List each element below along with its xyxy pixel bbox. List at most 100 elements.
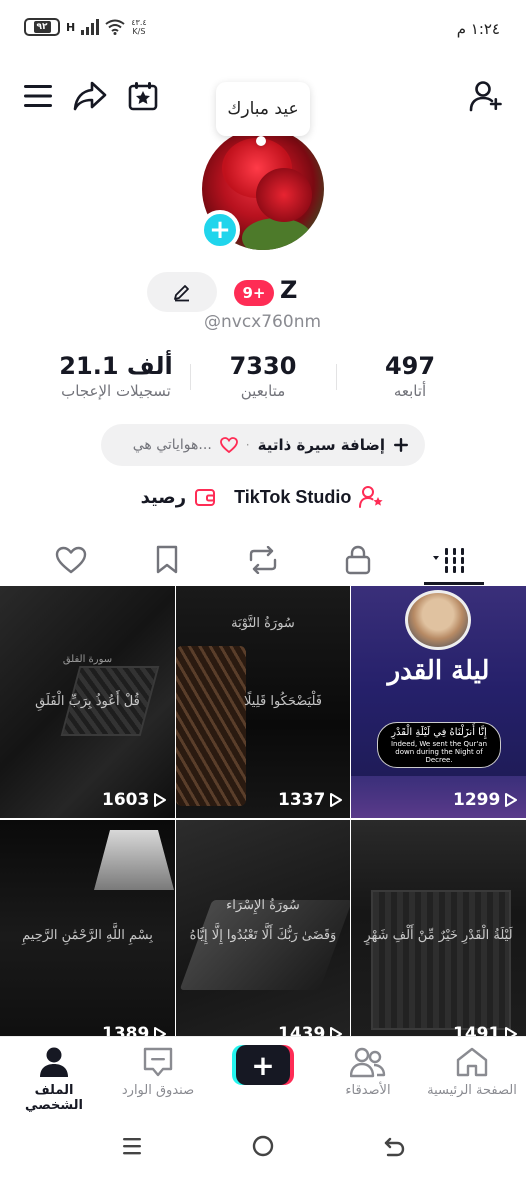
add-bio-button[interactable]: هواياتي هي... · إضافة سيرة ذاتية [101,424,425,466]
heart-outline-icon [55,546,87,574]
calendar-star-icon[interactable] [125,78,161,114]
video-thumbnail[interactable]: سورة الفلق قُلْ أَعُوذُ بِرَبِّ الْفَلَق… [0,586,175,818]
status-bar: ٩٢ H ٤٣.٤ K/S ١:٢٤ م [0,0,526,60]
video-thumbnail[interactable]: ليلة القدر إِنَّا أَنزَلْنَاهُ فِي لَيْل… [351,586,526,818]
followers-count: 7330 [229,352,297,380]
network-speed: ٤٣.٤ K/S [131,18,147,36]
notification-badge[interactable]: 9+ [234,280,274,306]
followers-label: متابعين [240,382,286,400]
tiktok-studio-label: TikTok Studio [234,486,352,507]
nav-inbox-label: صندوق الوارد [121,1083,195,1098]
balance-label: رصيد [140,486,187,508]
video-title: ليلة القدر [387,656,490,686]
lamp-image [94,830,174,890]
video-thumbnail[interactable]: سُورَةُ التَّوْبَة فَلْيَضْحَكُوا قَلِيل… [176,586,350,818]
wallet-icon [195,489,216,506]
home-button-icon[interactable] [243,1126,283,1166]
share-icon[interactable] [72,78,108,114]
battery-icon: ٩٢ [24,18,60,36]
tab-reposts[interactable] [243,540,283,580]
bookmark-icon [156,545,178,574]
video-thumbnail[interactable]: بِسْمِ اللَّهِ الرَّحْمَٰنِ الرَّحِيمِ 1… [0,820,175,1038]
video-surah: سُورَةُ الإِسْرَاء [226,898,300,913]
bio-separator: · [245,438,250,452]
book-image [179,900,350,990]
following-count: 497 [384,352,436,380]
nav-friends[interactable]: الأصدقاء [318,1045,418,1098]
balance-link[interactable]: رصيد [141,487,217,508]
battery-level: ٩٢ [33,21,51,33]
wifi-icon [105,19,125,35]
following-stat[interactable]: 497 أتابعه [330,352,490,400]
bubble-tail [256,136,266,146]
profile-icon [40,1047,68,1077]
network-type: H [66,20,76,34]
play-icon [505,793,518,807]
bottom-nav: الملف الشخصي صندوق الوارد + الأصدقاء الص… [0,1036,526,1113]
profile-tabs [0,532,526,586]
video-surah: سورة الفلق [62,654,113,665]
video-caption: وَقَضَىٰ رَبُّكَ أَلَّا تَعْبُدُوا إِلَّ… [189,928,337,943]
tab-videos[interactable] [428,540,478,580]
system-navigation [0,1106,526,1178]
nav-profile[interactable]: الملف الشخصي [4,1045,104,1113]
video-surah: سُورَةُ التَّوْبَة [231,616,295,631]
likes-stat[interactable]: 21.1 ألف تسجيلات الإعجاب [36,352,196,400]
view-count: 1337 [278,790,343,810]
recent-apps-icon[interactable] [112,1126,152,1166]
active-tab-indicator [424,582,484,585]
video-thumbnail[interactable]: لَيْلَةُ الْقَدْرِ خَيْرٌ مِّنْ أَلْفِ ش… [351,820,526,1038]
status-time: ١:٢٤ م [456,20,500,38]
repost-icon [249,546,277,574]
bio-add-label: إضافة سيرة ذاتية [257,436,385,454]
reciter-photo [405,590,471,650]
username: @nvcx760nm [204,312,322,332]
tab-favorites[interactable] [147,540,187,580]
video-caption: قُلْ أَعُوذُ بِرَبِّ الْفَلَقِ [35,694,140,709]
plus-icon [394,438,408,452]
edit-profile-button[interactable] [147,272,217,312]
likes-count: 21.1 ألف [59,352,173,380]
plus-icon: + [236,1045,290,1085]
create-button[interactable]: + [232,1045,294,1085]
tab-liked[interactable] [51,540,91,580]
video-thumbnail[interactable]: سُورَةُ الإِسْرَاء وَقَضَىٰ رَبُّكَ أَلَ… [176,820,350,1038]
back-icon[interactable] [374,1126,414,1166]
play-icon [154,793,167,807]
book-image [371,890,511,1030]
ayah-box: إِنَّا أَنزَلْنَاهُ فِي لَيْلَةِ الْقَدْ… [377,722,501,768]
video-caption: بِسْمِ اللَّهِ الرَّحْمَٰنِ الرَّحِيمِ [22,928,153,943]
heart-icon [219,437,238,453]
friends-icon [350,1047,386,1078]
greeting-bubble[interactable]: عيد مبارك [216,82,310,136]
signal-icon [81,19,100,35]
view-count: 1299 [453,790,518,810]
nav-home[interactable]: الصفحة الرئيسية [422,1045,522,1098]
tiktok-studio-link[interactable]: TikTok Studio [234,485,385,509]
menu-icon[interactable] [20,78,56,114]
bio-hobbies-text: هواياتي هي... [132,437,212,453]
lock-icon [345,545,371,575]
links-row: رصيد TikTok Studio [0,482,526,512]
status-indicators: ٩٢ H ٤٣.٤ K/S [24,18,147,36]
video-caption: فَلْيَضْحَكُوا قَلِيلًا [244,694,322,709]
nav-inbox[interactable]: صندوق الوارد [108,1045,208,1098]
display-name: Z [280,276,298,304]
add-story-button[interactable]: + [200,210,240,250]
play-icon [330,793,343,807]
grid-icon [433,548,464,573]
lantern-image [176,646,246,806]
followers-stat[interactable]: 7330 متابعين [183,352,343,400]
inbox-icon [143,1047,173,1077]
tab-private[interactable] [338,540,378,580]
following-label: أتابعه [393,382,427,400]
likes-label: تسجيلات الإعجاب [61,382,171,400]
creator-star-icon [359,486,384,508]
video-grid: سورة الفلق قُلْ أَعُوذُ بِرَبِّ الْفَلَق… [0,586,526,1038]
add-friend-icon[interactable] [468,78,504,114]
home-icon [456,1047,488,1077]
view-count: 1603 [102,790,167,810]
nav-home-label: الصفحة الرئيسية [427,1083,517,1098]
pencil-icon [174,285,189,302]
video-caption: لَيْلَةُ الْقَدْرِ خَيْرٌ مِّنْ أَلْفِ ش… [364,928,513,943]
